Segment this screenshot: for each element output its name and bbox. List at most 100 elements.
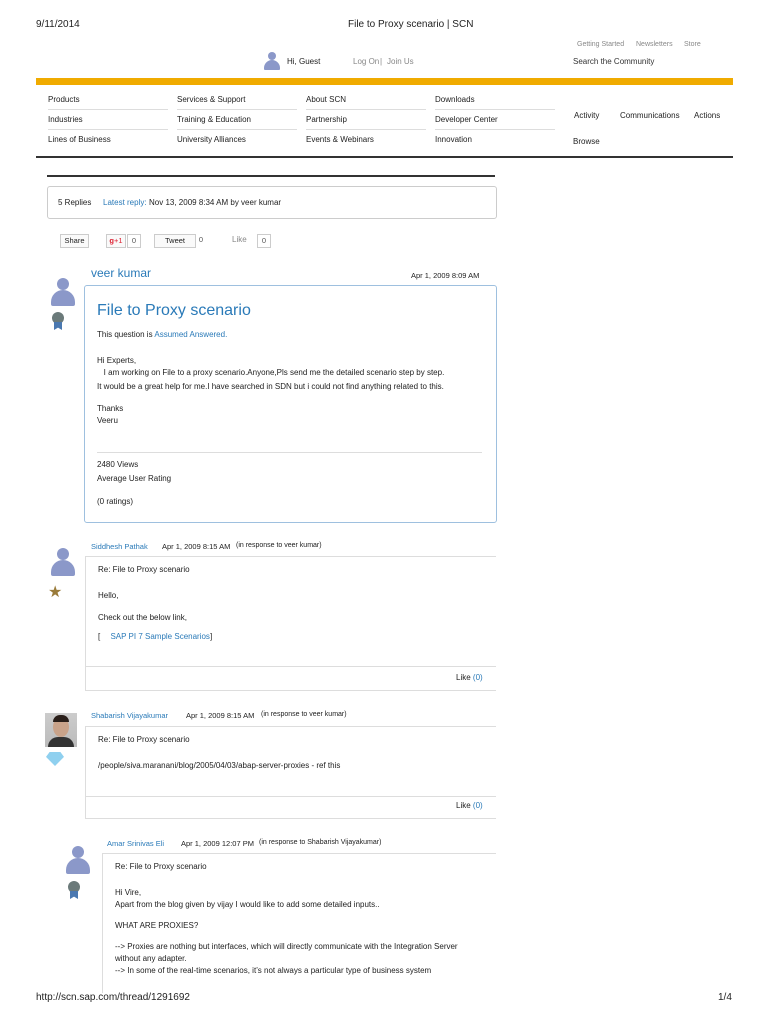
reply-line: --> Proxies are nothing but interfaces, …: [115, 942, 458, 951]
reply-in-response: (in response to veer kumar): [236, 542, 322, 549]
reply-box: Re: File to Proxy scenario Hello, Check …: [85, 556, 496, 691]
nav-university-alliances[interactable]: University Alliances: [177, 130, 297, 149]
getting-started-link[interactable]: Getting Started: [577, 41, 624, 48]
reply-divider: [86, 666, 496, 667]
question-divider: [97, 452, 482, 453]
nav-developer-center[interactable]: Developer Center: [435, 110, 555, 130]
reply-divider: [86, 796, 496, 797]
reply-count: 5 Replies: [58, 198, 92, 207]
tweet-count: 0: [198, 235, 204, 244]
reply-top-rule: [86, 726, 496, 727]
question-title: File to Proxy scenario: [97, 302, 251, 319]
brand-bar: [36, 78, 733, 85]
question-box: File to Proxy scenario This question is …: [84, 285, 497, 523]
reply-date: Apr 1, 2009 8:15 AM: [162, 542, 231, 551]
gplus-button[interactable]: g+1: [106, 234, 126, 248]
reply-author[interactable]: Shabarish Vijayakumar: [91, 711, 168, 720]
nav-communications[interactable]: Communications: [620, 111, 680, 120]
print-page-number: 1/4: [718, 992, 732, 1003]
reply-heading: WHAT ARE PROXIES?: [115, 921, 199, 930]
sample-scenarios-link[interactable]: SAP PI 7 Sample Scenarios: [110, 632, 209, 641]
rating-count: (0 ratings): [97, 497, 134, 506]
tweet-button[interactable]: Tweet: [154, 234, 196, 248]
reply-avatar-icon: [49, 548, 77, 578]
nav-events-webinars[interactable]: Events & Webinars: [306, 130, 426, 149]
reply-avatar-icon: [64, 846, 92, 876]
question-author[interactable]: veer kumar: [91, 266, 151, 280]
rank-badge-icon: [67, 881, 81, 899]
print-date: 9/11/2014: [36, 19, 80, 30]
nav-column-1: Products Industries Lines of Business: [48, 90, 168, 149]
nav-services-support[interactable]: Services & Support: [177, 90, 297, 110]
reply-line: Check out the below link,: [98, 613, 187, 622]
nav-training-education[interactable]: Training & Education: [177, 110, 297, 130]
login-separator: |: [380, 57, 383, 66]
latest-reply-label[interactable]: Latest reply:: [103, 198, 147, 207]
rank-badge-icon: [51, 312, 65, 330]
store-link[interactable]: Store: [684, 41, 701, 48]
author-avatar-icon: [49, 278, 77, 308]
reply-link-line: [ SAP PI 7 Sample Scenarios]: [98, 632, 213, 641]
nav-products[interactable]: Products: [48, 90, 168, 110]
print-title: File to Proxy scenario | SCN: [348, 19, 474, 30]
nav-lines-of-business[interactable]: Lines of Business: [48, 130, 168, 149]
nav-downloads[interactable]: Downloads: [435, 90, 555, 110]
join-link[interactable]: Join Us: [387, 57, 414, 66]
print-url: http://scn.sap.com/thread/1291692: [36, 992, 190, 1003]
reply-line: without any adapter.: [115, 954, 187, 963]
share-button[interactable]: Share: [60, 234, 89, 248]
question-status: This question is Assumed Answered.: [97, 330, 228, 339]
question-date: Apr 1, 2009 8:09 AM: [411, 271, 480, 280]
reply-date: Apr 1, 2009 12:07 PM: [181, 839, 254, 848]
star-badge-icon: ★: [48, 584, 63, 601]
reply-box: Re: File to Proxy scenario Hi Vire, Apar…: [102, 853, 496, 993]
question-line: Veeru: [97, 416, 118, 425]
nav-column-4: Downloads Developer Center Innovation: [435, 90, 555, 149]
reply-author[interactable]: Siddhesh Pathak: [91, 542, 148, 551]
diamond-badge-icon: [46, 752, 64, 766]
thread-top-rule: [47, 175, 495, 177]
reply-top-rule: [86, 556, 496, 557]
nav-activity[interactable]: Activity: [574, 111, 599, 120]
nav-column-2: Services & Support Training & Education …: [177, 90, 297, 149]
nav-divider: [36, 156, 733, 158]
login-link[interactable]: Log On: [353, 57, 379, 66]
user-photo-avatar: [45, 713, 77, 747]
reply-date: Apr 1, 2009 8:15 AM: [186, 711, 255, 720]
latest-reply-value: Nov 13, 2009 8:34 AM by veer kumar: [149, 198, 282, 207]
question-line: Hi Experts,: [97, 356, 137, 365]
question-line: I am working on File to a proxy scenario…: [97, 368, 445, 377]
search-input[interactable]: Search the Community: [573, 57, 654, 66]
reply-in-response: (in response to Shabarish Vijayakumar): [259, 839, 382, 846]
newsletters-link[interactable]: Newsletters: [636, 41, 673, 48]
reply-line: Hi Vire,: [115, 888, 142, 897]
reply-subject: Re: File to Proxy scenario: [115, 862, 207, 871]
reply-like-button[interactable]: Like (0): [456, 673, 483, 682]
reply-in-response: (in response to veer kumar): [261, 711, 347, 718]
reply-subject: Re: File to Proxy scenario: [98, 565, 190, 574]
reply-author[interactable]: Amar Srinivas Eli: [107, 839, 164, 848]
thread-info-box: 5 Replies Latest reply: Nov 13, 2009 8:3…: [47, 186, 497, 219]
gplus-count: 0: [127, 234, 141, 248]
nav-partnership[interactable]: Partnership: [306, 110, 426, 130]
question-line: Thanks: [97, 404, 124, 413]
nav-actions[interactable]: Actions: [694, 111, 720, 120]
answered-status[interactable]: Assumed Answered.: [154, 330, 227, 339]
nav-industries[interactable]: Industries: [48, 110, 168, 130]
like-count: 0: [257, 234, 271, 248]
nav-innovation[interactable]: Innovation: [435, 130, 555, 149]
reply-line: Apart from the blog given by vijay I wou…: [115, 900, 380, 909]
nav-about-scn[interactable]: About SCN: [306, 90, 426, 110]
like-button[interactable]: Like: [232, 235, 247, 244]
reply-subject: Re: File to Proxy scenario: [98, 735, 190, 744]
rating-label: Average User Rating: [97, 474, 172, 483]
guest-avatar-icon: [263, 52, 281, 70]
reply-top-rule: [103, 853, 496, 854]
view-count: 2480 Views: [97, 460, 139, 469]
nav-browse[interactable]: Browse: [573, 137, 600, 146]
reply-line: --> In some of the real-time scenarios, …: [115, 966, 432, 975]
question-line: It would be a great help for me.I have s…: [97, 382, 444, 391]
greeting: Hi, Guest: [287, 57, 321, 66]
reply-like-button[interactable]: Like (0): [456, 801, 483, 810]
nav-column-3: About SCN Partnership Events & Webinars: [306, 90, 426, 149]
